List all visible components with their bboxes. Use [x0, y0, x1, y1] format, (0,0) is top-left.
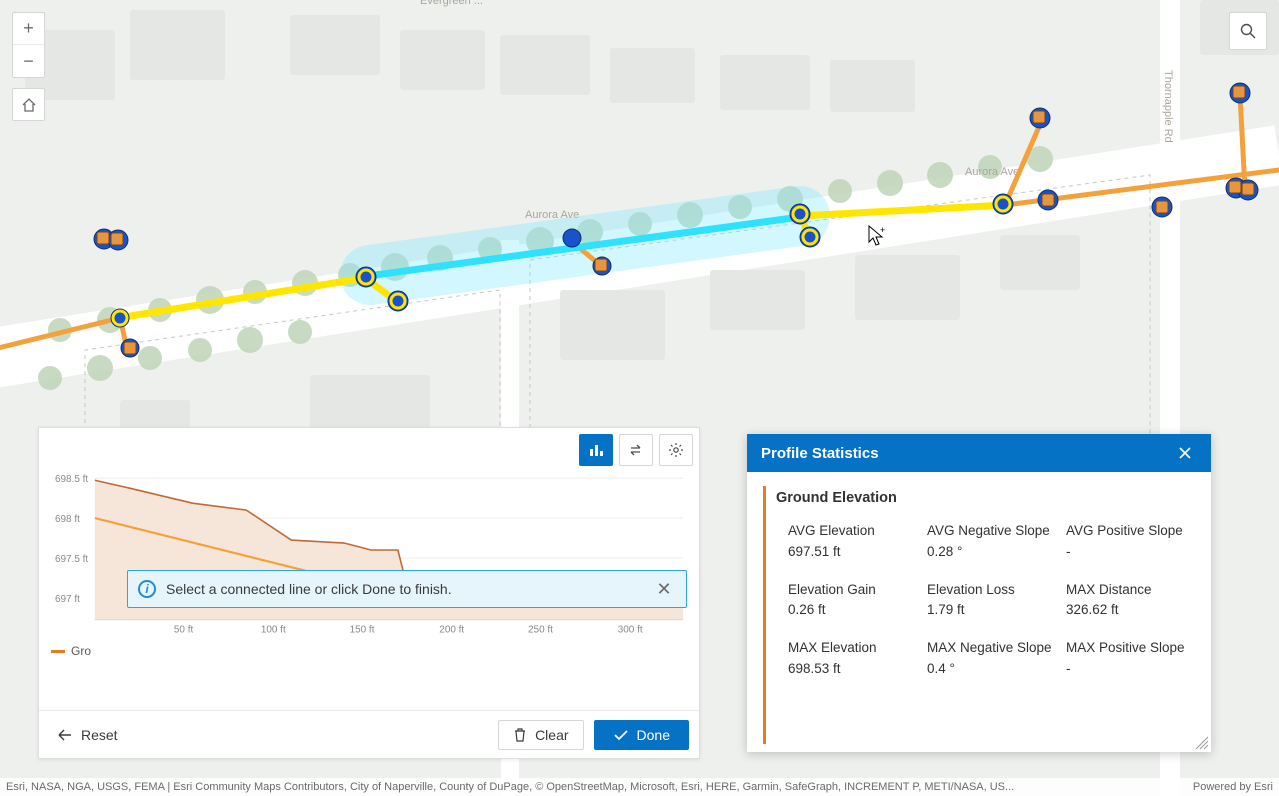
stats-close-button[interactable] — [1173, 441, 1197, 465]
stat-elevation-gain: Elevation Gain 0.26 ft — [788, 581, 917, 618]
gear-icon — [668, 442, 684, 458]
stats-title: Profile Statistics — [761, 445, 879, 462]
zoom-out-button[interactable]: − — [13, 45, 44, 77]
info-icon: i — [138, 580, 156, 598]
stat-max-distance: MAX Distance 326.62 ft — [1066, 581, 1195, 618]
bar-chart-icon — [588, 442, 604, 458]
chart-ytick: 697.5 ft — [55, 554, 88, 565]
swap-direction-button[interactable] — [619, 434, 653, 466]
profile-statistics-popup: Profile Statistics Ground Elevation AVG … — [747, 434, 1211, 752]
chart-xtick: 50 ft — [174, 625, 194, 635]
trash-icon — [513, 728, 527, 742]
reset-label: Reset — [81, 727, 118, 743]
info-message-text: Select a connected line or click Done to… — [166, 581, 452, 597]
home-button[interactable] — [12, 88, 45, 121]
stat-avg-positive-slope: AVG Positive Slope - — [1066, 522, 1195, 559]
resize-handle[interactable] — [1195, 736, 1209, 750]
stats-card-ground-elevation: Ground Elevation AVG Elevation 697.51 ft… — [763, 486, 1195, 744]
powered-by-text: Powered by Esri — [1193, 781, 1273, 793]
clear-label: Clear — [535, 727, 568, 743]
legend-label: Gro — [71, 644, 91, 658]
chart-xtick: 150 ft — [350, 625, 375, 635]
stat-elevation-loss: Elevation Loss 1.79 ft — [927, 581, 1056, 618]
settings-button[interactable] — [659, 434, 693, 466]
home-icon — [21, 97, 37, 113]
chart-ytick: 697 ft — [55, 594, 80, 605]
stats-section-title: Ground Elevation — [776, 490, 1195, 506]
road-label-evergreen: Evergreen ... — [420, 0, 483, 7]
attribution-text: Esri, NASA, NGA, USGS, FEMA | Esri Commu… — [6, 781, 1014, 793]
stats-header[interactable]: Profile Statistics — [747, 434, 1211, 472]
search-icon — [1239, 22, 1257, 40]
close-icon — [1178, 446, 1192, 460]
profile-toolbar — [579, 434, 693, 466]
zoom-in-button[interactable]: + — [13, 13, 44, 45]
check-icon — [613, 729, 629, 741]
info-message-bar: i Select a connected line or click Done … — [127, 570, 687, 608]
chart-xtick: 300 ft — [618, 625, 643, 635]
zoom-control: + − — [12, 12, 45, 78]
road-label-thornapple: Thornapple Rd — [1162, 70, 1174, 143]
done-label: Done — [637, 727, 670, 743]
stat-avg-negative-slope: AVG Negative Slope 0.28 ° — [927, 522, 1056, 559]
chart-xtick: 200 ft — [439, 625, 464, 635]
stat-max-negative-slope: MAX Negative Slope 0.4 ° — [927, 639, 1056, 676]
road-label-aurora-top: Aurora Ave — [965, 166, 1019, 178]
chart-legend: Gro i Select a connected line or click D… — [39, 642, 699, 658]
stat-max-elevation: MAX Elevation 698.53 ft — [788, 639, 917, 676]
reset-button[interactable]: Reset — [49, 721, 126, 749]
clear-button[interactable]: Clear — [498, 720, 583, 750]
arrow-left-icon — [57, 729, 73, 741]
legend-swatch — [51, 650, 65, 653]
profile-footer: Reset Clear Done — [39, 710, 699, 758]
done-button[interactable]: Done — [594, 720, 689, 750]
chart-xtick: 100 ft — [261, 625, 286, 635]
chart-ytick: 698 ft — [55, 514, 80, 525]
app-root: Evergreen ... Aurora Ave Aurora Ave Thor… — [0, 0, 1279, 796]
search-button[interactable] — [1229, 12, 1267, 50]
map-attribution: Esri, NASA, NGA, USGS, FEMA | Esri Commu… — [0, 778, 1279, 796]
stat-avg-elevation: AVG Elevation 697.51 ft — [788, 522, 917, 559]
stats-toggle-button[interactable] — [579, 434, 613, 466]
info-close-button[interactable]: ✕ — [652, 577, 676, 601]
chart-xtick: 250 ft — [528, 625, 553, 635]
elevation-profile-panel: 698.5 ft 698 ft 697.5 ft 697 ft 50 ft 10… — [38, 427, 700, 759]
chart-ytick: 698.5 ft — [55, 474, 88, 485]
swap-icon — [628, 442, 644, 458]
stat-max-positive-slope: MAX Positive Slope - — [1066, 639, 1195, 676]
